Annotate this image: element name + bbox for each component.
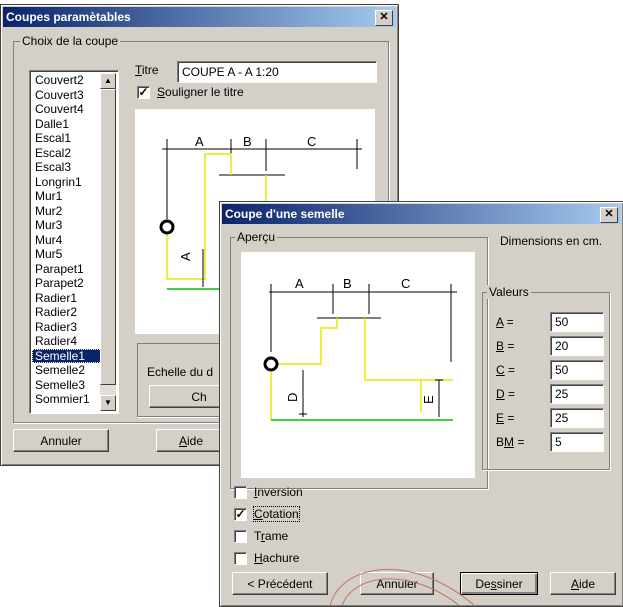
back-close-button[interactable]: ✕ xyxy=(375,10,393,26)
dimensions-label: Dimensions en cm. xyxy=(500,234,603,248)
titre-label: Titre xyxy=(135,63,159,77)
list-item[interactable]: Parapet2 xyxy=(32,276,102,291)
hachure-checkbox[interactable] xyxy=(234,552,247,565)
list-item[interactable]: Semelle2 xyxy=(32,363,102,378)
souligner-checkbox[interactable]: ✓ xyxy=(137,86,150,99)
section-list[interactable]: Couvert2 Couvert3 Couvert4 Dalle1 Escal1 Esca… xyxy=(29,70,119,414)
list-item[interactable]: Escal1 xyxy=(32,131,102,146)
apercu-label: Aperçu xyxy=(235,230,278,244)
field-input-bm[interactable]: 5 xyxy=(550,432,604,452)
trame-label: Trame xyxy=(254,529,289,543)
field-input-a[interactable]: 50 xyxy=(550,312,604,332)
choix-group-label: Choix de la coupe xyxy=(20,34,121,48)
souligner-label: Souligner le titre xyxy=(157,85,244,99)
front-preview: A B C D E xyxy=(241,252,475,478)
field-label-b: B = xyxy=(496,339,515,353)
field-input-c[interactable]: 50 xyxy=(550,360,604,380)
echelle-label: Echelle du d xyxy=(147,365,214,379)
field-input-b[interactable]: 20 xyxy=(550,336,604,356)
list-item[interactable]: Escal3 xyxy=(32,160,102,175)
list-item[interactable]: Dalle1 xyxy=(32,117,102,132)
field-label-d: D = xyxy=(496,387,516,401)
front-dialog-titlebar[interactable]: Coupe d'une semelle ✕ xyxy=(222,204,621,224)
list-item[interactable]: Parapet1 xyxy=(32,262,102,277)
field-label-a: A = xyxy=(496,315,514,329)
front-preview-label-c: C xyxy=(401,276,410,291)
valeurs-label: Valeurs xyxy=(487,285,531,299)
list-scrollbar[interactable]: ▲ ▼ xyxy=(100,73,116,411)
back-preview-side-label: A xyxy=(178,252,193,261)
front-preview-label-d: D xyxy=(285,393,300,402)
titre-input[interactable]: COUPE A - A 1:20 xyxy=(177,61,377,83)
front-dialog-title: Coupe d'une semelle xyxy=(225,207,345,221)
cotation-checkbox[interactable]: ✓ xyxy=(234,508,247,521)
back-dialog-titlebar[interactable]: Coupes paramètables ✕ xyxy=(3,7,396,27)
front-dialog: Coupe d'une semelle ✕ Aperçu A B C D E D… xyxy=(219,201,623,607)
scroll-down-button[interactable]: ▼ xyxy=(100,395,116,411)
inversion-label: Inversion xyxy=(254,485,303,499)
list-item[interactable]: Semelle3 xyxy=(32,378,102,393)
field-input-e[interactable]: 25 xyxy=(550,408,604,428)
list-item[interactable]: Couvert4 xyxy=(32,102,102,117)
list-item[interactable]: Couvert2 xyxy=(32,73,102,88)
front-close-button[interactable]: ✕ xyxy=(600,207,618,223)
back-preview-label-b: B xyxy=(243,134,252,149)
back-aide-button[interactable]: Aide xyxy=(156,429,226,452)
front-preview-label-b: B xyxy=(343,276,352,291)
list-item[interactable]: Radier2 xyxy=(32,305,102,320)
list-item[interactable]: Mur2 xyxy=(32,204,102,219)
list-item[interactable]: Mur1 xyxy=(32,189,102,204)
list-item[interactable]: Radier3 xyxy=(32,320,102,335)
list-item[interactable]: Semelle1 xyxy=(32,348,102,363)
list-item[interactable]: Sommier1 xyxy=(32,392,102,407)
field-label-e: E = xyxy=(496,411,515,425)
front-preview-label-a: A xyxy=(295,276,304,291)
back-annuler-button[interactable]: Annuler xyxy=(13,429,109,452)
back-preview-label-a: A xyxy=(195,134,204,149)
list-item[interactable]: Couvert3 xyxy=(32,88,102,103)
field-input-d[interactable]: 25 xyxy=(550,384,604,404)
list-item[interactable]: Radier4 xyxy=(32,334,102,349)
list-item[interactable]: Mur5 xyxy=(32,247,102,262)
list-item[interactable]: Mur4 xyxy=(32,233,102,248)
trame-checkbox[interactable] xyxy=(234,530,247,543)
back-dialog-title: Coupes paramètables xyxy=(6,10,131,24)
decorative-arc xyxy=(329,568,476,606)
list-item[interactable]: Escal2 xyxy=(32,146,102,161)
scroll-thumb[interactable] xyxy=(100,89,116,385)
front-aide-button[interactable]: Aide xyxy=(550,572,616,595)
scroll-up-button[interactable]: ▲ xyxy=(100,73,116,89)
front-preview-label-e: E xyxy=(421,395,436,404)
list-item[interactable]: Mur3 xyxy=(32,218,102,233)
field-label-c: C = xyxy=(496,363,516,377)
inversion-checkbox[interactable] xyxy=(234,486,247,499)
cotation-label: Cotation xyxy=(253,506,300,522)
hachure-label: Hachure xyxy=(254,551,300,565)
back-preview-label-c: C xyxy=(307,134,316,149)
list-item[interactable]: Radier1 xyxy=(32,291,102,306)
field-label-bm: BM = xyxy=(496,435,525,449)
front-preview-drawing: A B C D E xyxy=(263,276,457,421)
list-item[interactable]: Longrin1 xyxy=(32,175,102,190)
